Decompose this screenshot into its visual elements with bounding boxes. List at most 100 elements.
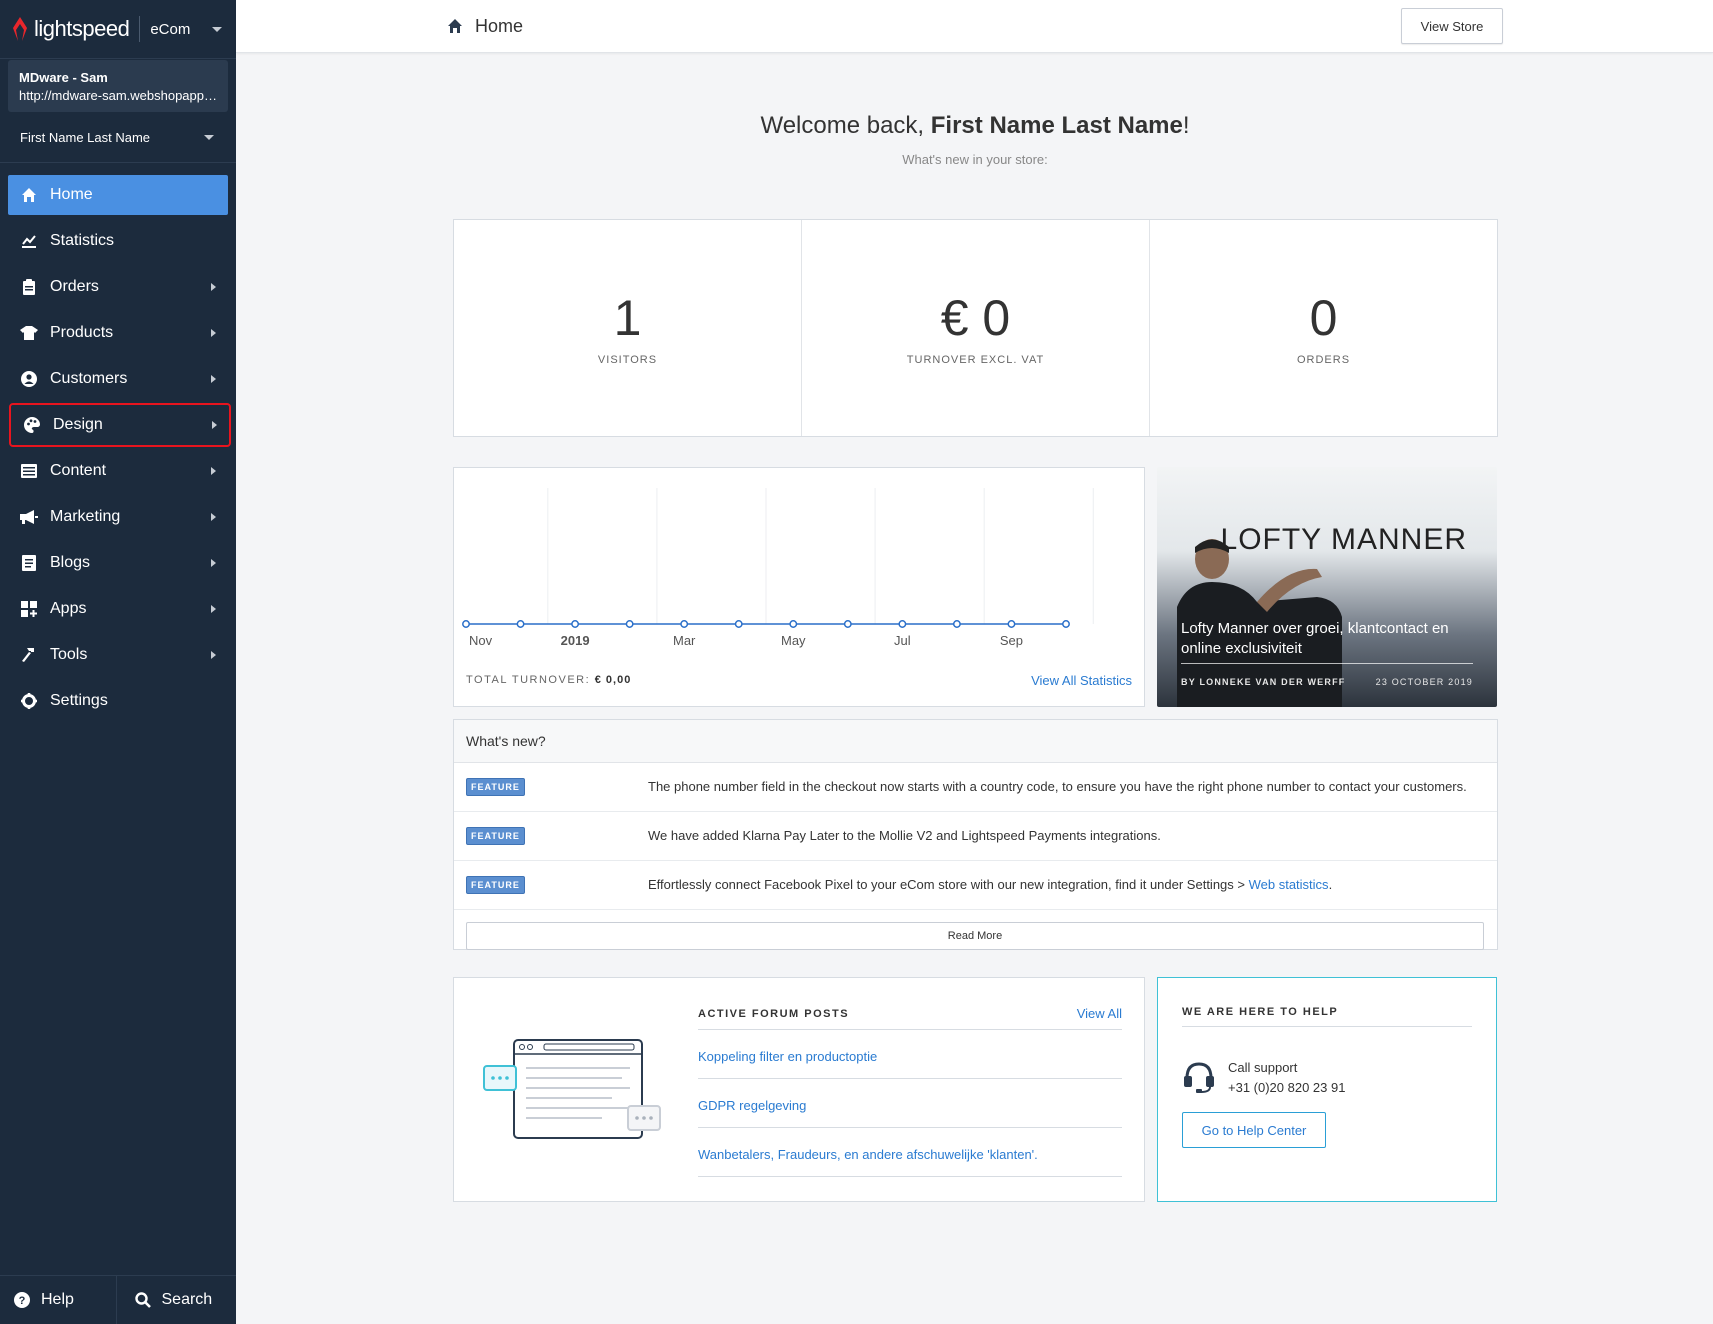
chart-point[interactable] <box>952 620 961 628</box>
forum-post-link[interactable]: Koppeling filter en productoptie <box>698 1049 877 1064</box>
kpi-value: 1 <box>613 290 642 346</box>
shop-selector[interactable]: MDware - Sam http://mdware-sam.webshopap… <box>8 60 228 112</box>
chevron-right-icon <box>211 559 216 567</box>
welcome-user-name: First Name Last Name <box>930 112 1183 139</box>
chevron-right-icon <box>211 513 216 521</box>
chevron-right-icon <box>211 467 216 475</box>
chart-point[interactable] <box>789 620 798 628</box>
forum-heading: ACTIVE FORUM POSTS <box>698 1008 850 1020</box>
nav-item-products[interactable]: Products <box>8 313 228 353</box>
news-item: FEATURE The phone number field in the ch… <box>454 763 1497 812</box>
feature-badge: FEATURE <box>466 778 525 796</box>
nav-item-content[interactable]: Content <box>8 451 228 491</box>
nav-item-design[interactable]: Design <box>9 403 231 447</box>
nav-item-statistics[interactable]: Statistics <box>8 221 228 261</box>
nav-item-blogs[interactable]: Blogs <box>8 543 228 583</box>
read-more-button[interactable]: Read More <box>466 922 1484 950</box>
chart-point[interactable] <box>734 620 743 628</box>
chart-point[interactable] <box>1062 620 1070 628</box>
help-circle-icon: ? <box>14 1292 30 1308</box>
web-statistics-link[interactable]: Web statistics <box>1249 877 1329 892</box>
search-label: Search <box>161 1291 213 1308</box>
document-icon <box>20 554 38 572</box>
chart-point[interactable] <box>1007 620 1016 628</box>
news-text: We have added Klarna Pay Later to the Mo… <box>648 828 1161 843</box>
welcome-heading: Welcome back, First Name Last Name! <box>760 112 1190 139</box>
svg-text:?: ? <box>19 1295 26 1307</box>
chart-tick-label: May <box>781 633 806 648</box>
support-phone: +31 (0)20 820 23 91 <box>1228 1080 1346 1095</box>
nav-item-home[interactable]: Home <box>8 175 228 215</box>
nav-label: Statistics <box>50 232 115 249</box>
chart-point[interactable] <box>680 620 689 628</box>
nav-item-settings[interactable]: Settings <box>8 681 228 721</box>
nav-item-orders[interactable]: Orders <box>8 267 228 307</box>
nav-label: Tools <box>50 646 88 663</box>
chart-point[interactable] <box>843 620 852 628</box>
kpi-label: TURNOVER EXCL. VAT <box>906 354 1045 366</box>
blog-feature-card[interactable]: LOFTY MANNER Lofty Manner over groei, kl… <box>1157 467 1497 707</box>
nav-item-apps[interactable]: Apps <box>8 589 228 629</box>
help-center-button[interactable]: Go to Help Center <box>1182 1112 1326 1148</box>
shop-name: MDware - Sam <box>19 70 108 85</box>
hammer-icon <box>20 646 38 664</box>
feature-badge: FEATURE <box>466 876 525 894</box>
forum-post-link[interactable]: GDPR regelgeving <box>698 1098 806 1113</box>
chart-point[interactable] <box>462 620 470 628</box>
chart-point[interactable] <box>625 620 634 628</box>
whats-new-panel: What's new? FEATURE The phone number fie… <box>453 719 1498 950</box>
nav-label: Marketing <box>50 508 121 525</box>
nav-item-tools[interactable]: Tools <box>8 635 228 675</box>
topbar: Home View Store <box>236 0 1713 53</box>
whats-new-heading: What's new? <box>454 720 1497 763</box>
chart-tick-label: Sep <box>1000 633 1023 648</box>
search-icon <box>134 1292 151 1308</box>
chevron-down-icon <box>212 26 222 32</box>
nav-item-customers[interactable]: Customers <box>8 359 228 399</box>
nav-item-marketing[interactable]: Marketing <box>8 497 228 537</box>
shop-url: http://mdware-sam.webshopapp.com <box>19 88 217 103</box>
chevron-right-icon <box>211 375 216 383</box>
news-text: The phone number field in the checkout n… <box>648 779 1467 794</box>
chevron-right-icon <box>212 421 217 429</box>
help-button[interactable]: ? Help <box>0 1276 116 1324</box>
kpi-value: 0 <box>1309 290 1338 346</box>
chart-point[interactable] <box>898 620 907 628</box>
user-circle-icon <box>20 370 38 388</box>
kpi-turnover: € 0 TURNOVER EXCL. VAT <box>802 220 1150 436</box>
nav-label: Apps <box>50 600 87 617</box>
brand-logo-text: lightspeed <box>34 16 130 41</box>
chart-point[interactable] <box>516 620 525 628</box>
search-button[interactable]: Search <box>115 1276 237 1324</box>
kpi-label: ORDERS <box>1296 354 1351 366</box>
kpi-value: € 0 <box>940 290 1011 346</box>
brand-switcher[interactable]: lightspeed eCom <box>0 0 236 59</box>
view-all-statistics-link[interactable]: View All Statistics <box>1031 673 1132 688</box>
chart-tick-label: Mar <box>673 633 696 648</box>
total-turnover: TOTAL TURNOVER: € 0,00 <box>466 674 632 686</box>
clipboard-icon <box>20 278 38 296</box>
shirt-icon <box>20 324 38 342</box>
welcome-subtitle: What's new in your store: <box>902 152 1048 167</box>
chart-point[interactable] <box>571 620 580 628</box>
call-support-label: Call support <box>1228 1060 1298 1075</box>
kpi-orders: 0 ORDERS <box>1150 220 1497 436</box>
kpi-label: VISITORS <box>597 354 658 366</box>
nav-label: Content <box>50 462 107 479</box>
sidebar: lightspeed eCom MDware - Sam http://mdwa… <box>0 0 236 1324</box>
nav-label: Customers <box>50 370 128 387</box>
help-card: WE ARE HERE TO HELP Call support +31 (0)… <box>1157 977 1497 1202</box>
gear-icon <box>20 692 38 710</box>
chart-tick-label: Jul <box>894 633 911 648</box>
kpi-panel: 1 VISITORS € 0 TURNOVER EXCL. VAT 0 ORDE… <box>453 219 1498 437</box>
forum-view-all-link[interactable]: View All <box>1077 1006 1122 1021</box>
blog-author: BY LONNEKE VAN DER WERFF <box>1181 677 1346 687</box>
blog-brand-name: LOFTY MANNER <box>1220 523 1467 556</box>
forum-post-link[interactable]: Wanbetalers, Fraudeurs, en andere afschu… <box>698 1147 1038 1162</box>
feature-badge: FEATURE <box>466 827 525 845</box>
chevron-right-icon <box>211 329 216 337</box>
view-store-button[interactable]: View Store <box>1401 8 1503 44</box>
grid-plus-icon <box>20 600 38 618</box>
user-menu[interactable]: First Name Last Name <box>0 112 236 163</box>
help-label: Help <box>41 1291 74 1308</box>
